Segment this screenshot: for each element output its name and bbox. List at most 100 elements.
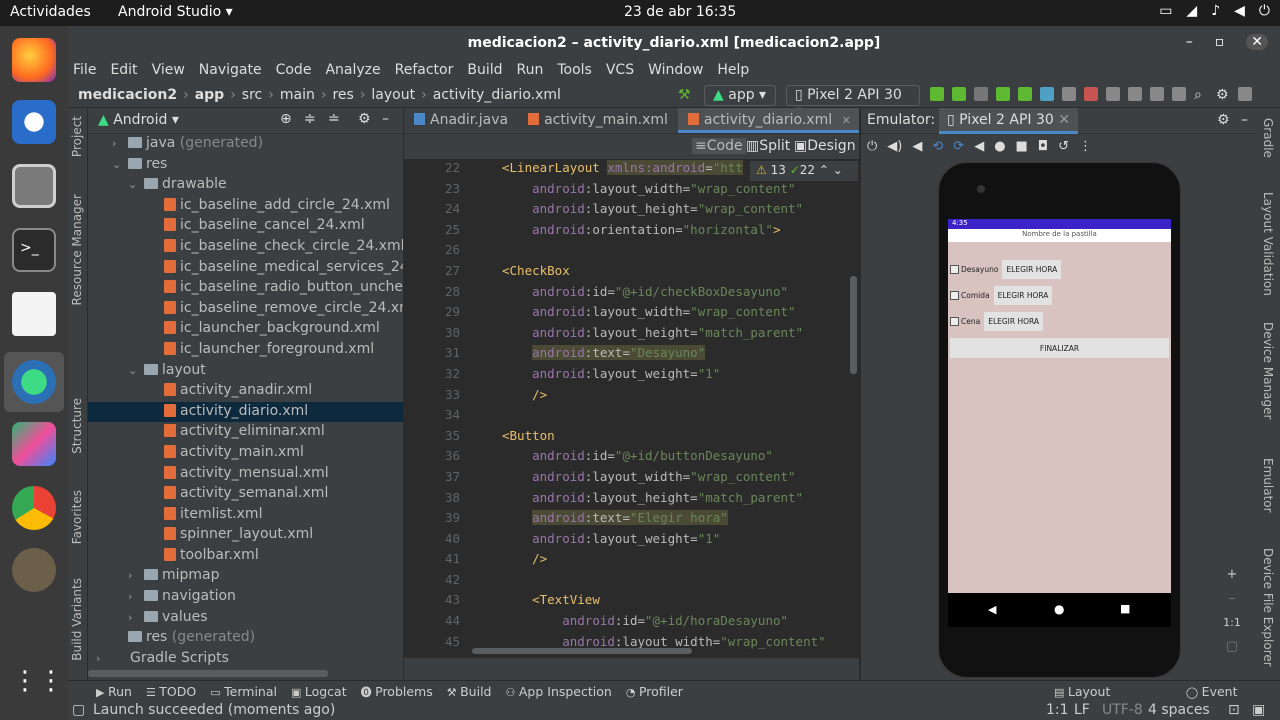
chevron-right-icon[interactable]: ›	[128, 569, 140, 582]
lock-icon[interactable]: ⊡	[1228, 702, 1240, 718]
view-mode-design[interactable]: ▣Design	[794, 138, 856, 154]
choose-time-button[interactable]: ELEGIR HORA	[1002, 259, 1062, 279]
emulator-device-tab[interactable]: ▯ Pixel 2 API 30 ✕	[939, 108, 1078, 134]
bottom-tool-build[interactable]: ⚒ Build	[447, 684, 492, 700]
tree-file[interactable]: ic_baseline_radio_button_unchecke	[88, 278, 403, 299]
editor-tab[interactable]: activity_diario.xml ✕	[677, 108, 859, 133]
assistant-icon[interactable]	[1238, 87, 1252, 101]
tree-folder[interactable]: ⌄ res	[88, 155, 403, 176]
finish-button[interactable]: FINALIZAR	[950, 338, 1169, 358]
status-message[interactable]: Launch succeeded (moments ago)	[93, 702, 335, 718]
pycharm-icon[interactable]	[12, 422, 56, 466]
breadcrumb-item[interactable]: main	[280, 87, 315, 103]
thunderbird-icon[interactable]	[12, 100, 56, 144]
close-tab-icon[interactable]: ✕	[838, 114, 851, 127]
breadcrumb-item[interactable]: src	[242, 87, 262, 103]
tree-file[interactable]: activity_mensual.xml	[88, 464, 403, 485]
tree-file[interactable]: ic_baseline_add_circle_24.xml	[88, 196, 403, 217]
gimp-icon[interactable]	[12, 548, 56, 592]
tree-folder[interactable]: › Gradle Scripts	[88, 649, 403, 670]
bottom-tool-run[interactable]: ▶ Run	[96, 684, 132, 700]
files-icon[interactable]	[12, 164, 56, 208]
avd-manager-icon[interactable]	[1128, 87, 1142, 101]
tree-file[interactable]: toolbar.xml	[88, 546, 403, 567]
apply-code-icon[interactable]	[974, 87, 988, 101]
coverage-icon[interactable]	[1062, 87, 1076, 101]
back-icon[interactable]: ◀	[974, 139, 984, 154]
firefox-icon[interactable]	[12, 38, 56, 82]
menu-view[interactable]: View	[152, 60, 191, 84]
tree-file[interactable]: activity_eliminar.xml	[88, 422, 403, 443]
chevron-right-icon[interactable]: ›	[128, 590, 140, 603]
text-editor-icon[interactable]	[12, 292, 56, 336]
tree-file[interactable]: itemlist.xml	[88, 505, 403, 526]
meal-checkbox[interactable]	[950, 290, 959, 300]
menu-tools[interactable]: Tools	[557, 60, 598, 84]
tree-file[interactable]: ic_baseline_medical_services_24.xm	[88, 258, 403, 279]
hide-icon[interactable]: –	[1241, 112, 1248, 128]
stop-icon[interactable]	[1084, 87, 1098, 101]
tool-tab-gradle[interactable]: Gradle	[1261, 118, 1275, 158]
tree-folder[interactable]: › java (generated)	[88, 134, 403, 155]
meal-checkbox[interactable]	[950, 316, 959, 326]
nav-home-icon[interactable]: ●	[1054, 602, 1064, 616]
tool-tab-layout-validation[interactable]: Layout Validation	[1261, 192, 1275, 296]
home-icon[interactable]: ●	[994, 139, 1005, 154]
android-studio-icon[interactable]	[12, 360, 56, 404]
debug-icon[interactable]	[996, 87, 1010, 101]
line-separator[interactable]: LF	[1074, 702, 1090, 718]
menu-file[interactable]: File	[73, 60, 102, 84]
bottom-tool-logcat[interactable]: ▣ Logcat	[291, 684, 347, 700]
maximize-icon[interactable]: ▫	[1215, 34, 1225, 50]
fit-screen-icon[interactable]: ▢	[1219, 635, 1245, 659]
more-icon[interactable]: ⋮	[1079, 139, 1092, 154]
tool-tab-device-file-explorer[interactable]: Device File Explorer	[1261, 548, 1275, 667]
menu-analyze[interactable]: Analyze	[325, 60, 386, 84]
tree-file[interactable]: spinner_layout.xml	[88, 525, 403, 546]
pill-name-field[interactable]: Nombre de la pastilla	[948, 229, 1171, 242]
code-area[interactable]: 22 <LinearLayout xmlns:android="htt 23 an…	[404, 160, 859, 654]
menu-navigate[interactable]: Navigate	[199, 60, 268, 84]
menu-run[interactable]: Run	[517, 60, 550, 84]
horizontal-scrollbar[interactable]	[88, 670, 328, 677]
tree-file[interactable]: ic_baseline_remove_circle_24.xml	[88, 299, 403, 320]
power-icon[interactable]: ⏻	[867, 139, 877, 154]
tree-file[interactable]: ic_baseline_check_circle_24.xml	[88, 237, 403, 258]
zoom-in-icon[interactable]: +	[1219, 563, 1245, 587]
volume-down-icon[interactable]: ◀	[912, 139, 922, 154]
tool-tab-build-variants[interactable]: Build Variants	[70, 578, 84, 661]
status-layout-icon[interactable]: ▢	[72, 702, 85, 718]
overview-icon[interactable]: ■	[1016, 139, 1028, 154]
tree-file[interactable]: ic_launcher_background.xml	[88, 319, 403, 340]
chevron-down-icon[interactable]: ⌄	[128, 178, 140, 191]
editor-tab[interactable]: Anadir.java	[404, 108, 518, 133]
run-icon[interactable]	[930, 87, 944, 101]
menu-build[interactable]: Build	[467, 60, 508, 84]
tool-tab-device-manager[interactable]: Device Manager	[1261, 322, 1275, 419]
menu-vcs[interactable]: VCS	[606, 60, 640, 84]
view-mode-code[interactable]: ≡Code	[692, 138, 746, 154]
bottom-tool-profiler[interactable]: ◔ Profiler	[626, 684, 683, 700]
tool-tab-favorites[interactable]: Favorites	[70, 490, 84, 544]
search-icon[interactable]: ⌕	[1194, 87, 1208, 103]
tree-file[interactable]: ic_launcher_foreground.xml	[88, 340, 403, 361]
chevron-down-icon[interactable]: ⌄	[112, 158, 124, 171]
tree-folder[interactable]: ⌄ layout	[88, 361, 403, 382]
bottom-tool-app-inspection[interactable]: ⚇ App Inspection	[506, 684, 612, 700]
show-apps-icon[interactable]: ⋮⋮	[12, 666, 64, 710]
tree-folder[interactable]: ⌄ drawable	[88, 175, 403, 196]
volume-up-icon[interactable]: ◀)	[887, 139, 902, 154]
indent-setting[interactable]: 4 spaces	[1148, 702, 1210, 718]
attach-icon[interactable]	[1018, 87, 1032, 101]
menu-edit[interactable]: Edit	[110, 60, 143, 84]
vertical-scrollbar[interactable]	[850, 276, 857, 374]
chrome-icon[interactable]	[12, 486, 56, 530]
locate-icon[interactable]: ⊕	[280, 111, 292, 127]
tree-folder[interactable]: › mipmap	[88, 566, 403, 587]
apply-changes-icon[interactable]	[952, 87, 966, 101]
tree-folder[interactable]: › values	[88, 608, 403, 629]
nav-overview-icon[interactable]: ■	[1120, 602, 1130, 615]
tool-tab-emulator[interactable]: Emulator	[1261, 458, 1275, 513]
phone-screen[interactable]: 4:35 Nombre de la pastilla Desayuno ELEGI…	[948, 219, 1171, 593]
memory-icon[interactable]: ▣	[1252, 702, 1265, 718]
